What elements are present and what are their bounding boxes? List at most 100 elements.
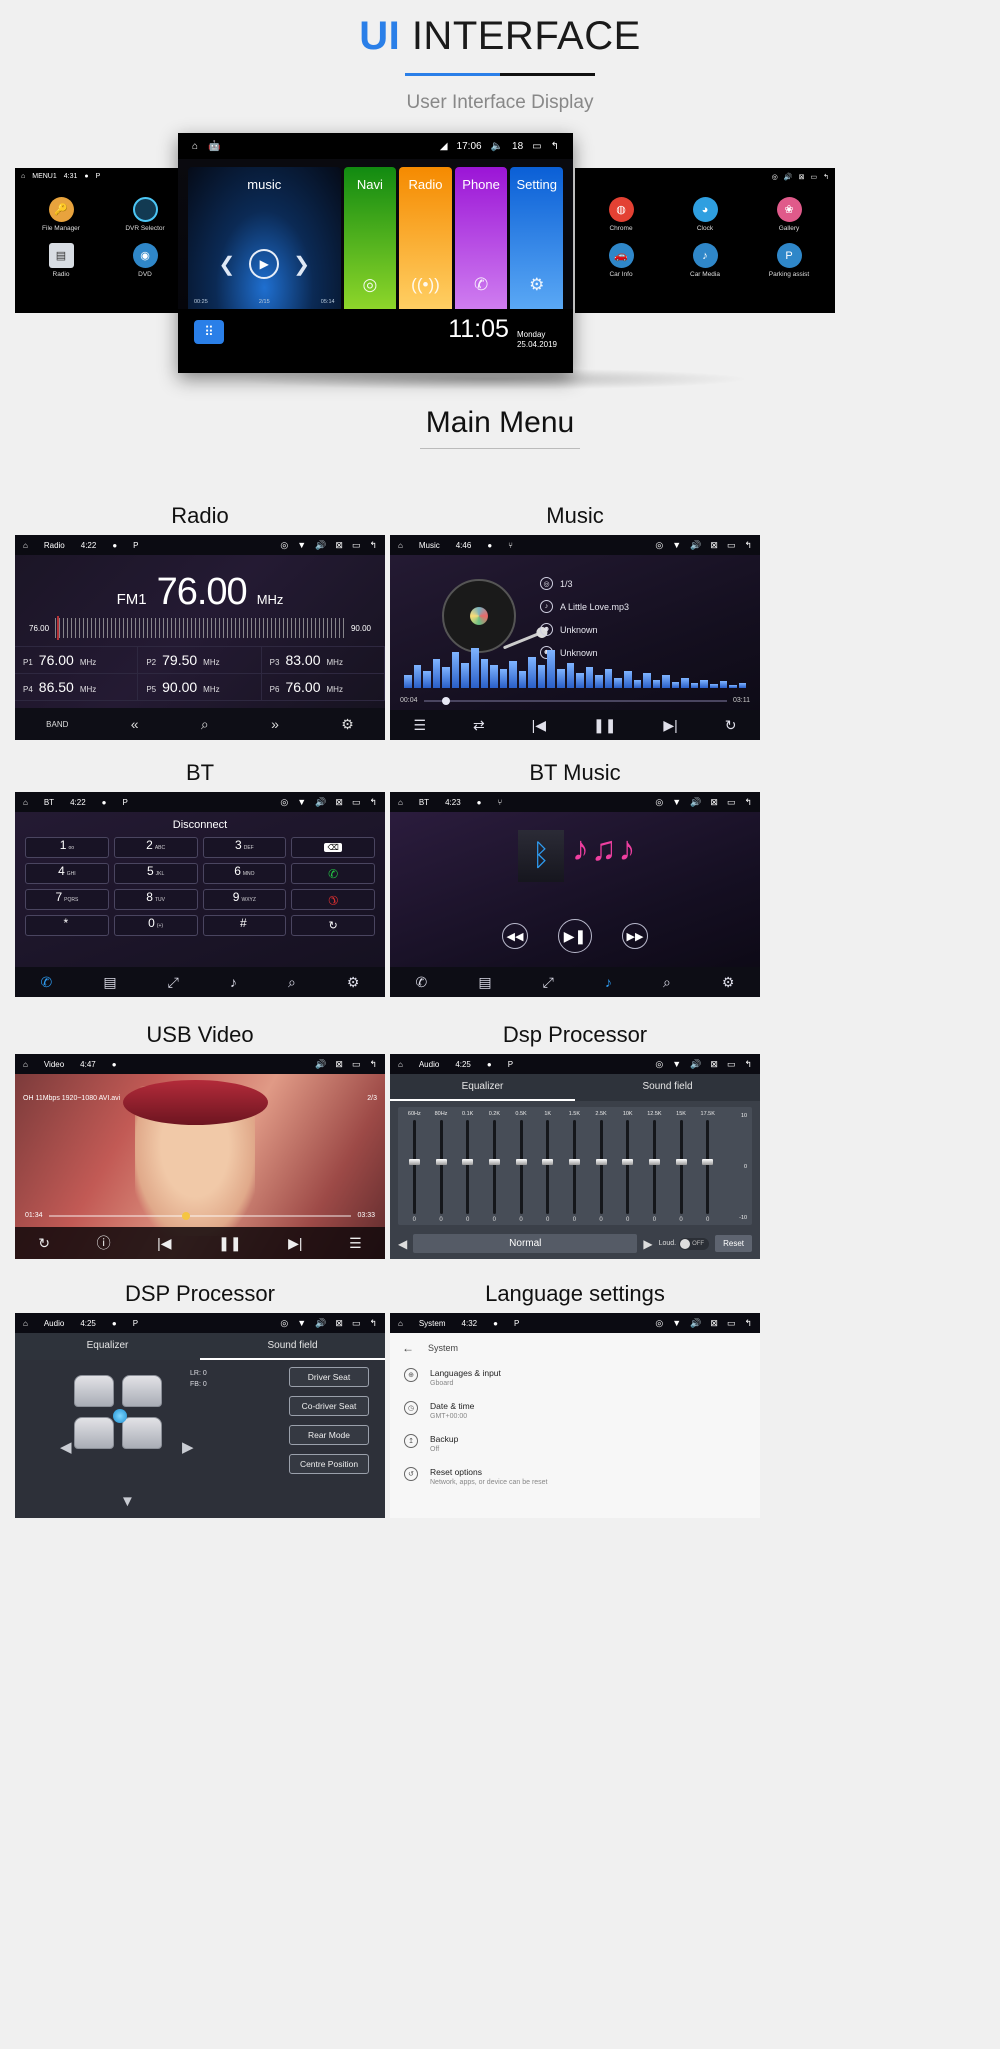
app-tile[interactable]: ◕ Clock [663,193,747,239]
panel-usb-video[interactable]: ⌂ Video 4:47 ● 🔊 ⊠ ▭ ↰ OH 11Mbps 1920~10… [15,1054,385,1259]
home-icon[interactable]: ⌂ [23,1319,28,1328]
contacts-icon[interactable]: ▤ [478,974,491,991]
tile-phone[interactable]: Phone ✆ [454,167,508,309]
recents-icon[interactable]: ▭ [727,540,736,551]
pause-icon[interactable]: ❚❚ [593,717,616,734]
slider-knob[interactable] [622,1159,634,1166]
slider-knob[interactable] [408,1159,420,1166]
band-slider[interactable] [568,1120,580,1214]
volume-icon[interactable]: 🔊 [784,173,793,181]
back-icon[interactable]: ↰ [369,797,377,808]
transfer-icon[interactable]: ⤢ [168,974,179,991]
seat-rear-left[interactable] [74,1417,114,1449]
band-slider[interactable] [648,1120,660,1214]
phone-icon[interactable]: ✆ [416,974,428,991]
shuffle-icon[interactable]: ⇄ [473,717,485,734]
preset-button[interactable]: P4 86.50 MHz [15,674,139,701]
home-icon[interactable]: ⌂ [398,1060,403,1069]
close-icon[interactable]: ⊠ [710,540,718,551]
preset-button[interactable]: P6 76.00 MHz [261,674,385,701]
slider-knob[interactable] [542,1159,554,1166]
centre-position-button[interactable]: Centre Position [289,1454,369,1474]
equalizer-band[interactable]: 0.2K 0 [482,1111,507,1223]
band-slider[interactable] [702,1120,714,1214]
repeat-icon[interactable]: ↻ [725,717,737,734]
volume-icon[interactable]: 🔊 [315,540,326,551]
keypad-key[interactable]: 1 ᴏᴏ [25,837,109,858]
preset-name[interactable]: Normal [413,1234,638,1253]
app-tile[interactable]: ◉ DVD [103,239,187,285]
band-slider[interactable] [435,1120,447,1214]
progress-track[interactable] [48,1211,352,1220]
slider-knob[interactable] [675,1159,687,1166]
back-icon[interactable]: ↰ [744,1059,752,1070]
equalizer-band[interactable]: 1.5K 0 [562,1111,587,1223]
slider-knob[interactable] [648,1159,660,1166]
recents-icon[interactable]: ▭ [532,141,541,152]
equalizer-band[interactable]: 0.1K 0 [455,1111,480,1223]
list-icon[interactable]: ☰ [413,717,426,734]
tuning-ticks[interactable] [55,616,345,640]
bt-music-icon[interactable]: ♪ [605,974,612,990]
tab-sound-field[interactable]: Sound field [200,1333,385,1360]
app-tile[interactable]: ❀ Gallery [747,193,831,239]
settings-icon[interactable]: ⚙ [722,974,735,991]
search-icon[interactable]: ⌕ [288,974,296,991]
phone-icon[interactable]: ✆ [41,974,53,991]
right-arrow-icon[interactable]: ▶ [182,1438,194,1456]
back-icon[interactable]: ↰ [744,797,752,808]
settings-row[interactable]: ↥ Backup Off [390,1427,760,1460]
video-body[interactable]: OH 11Mbps 1920~1080 AVI.avi 2/3 01:34 03… [15,1074,385,1259]
back-icon[interactable]: ↰ [744,1318,752,1329]
search-icon[interactable]: ⌕ [201,716,209,733]
seat-front-left[interactable] [74,1375,114,1407]
tile-navi[interactable]: Navi ◎ [343,167,397,309]
slider-knob[interactable] [462,1159,474,1166]
preset-button[interactable]: P2 79.50 MHz [138,647,262,674]
music-progress[interactable]: 00:04 03:11 [400,696,750,705]
preset-button[interactable]: P3 83.00 MHz [261,647,385,674]
contacts-icon[interactable]: ▤ [103,974,116,991]
equalizer-band[interactable]: 17.5K 0 [695,1111,720,1223]
previous-icon[interactable]: ❮ [219,252,236,277]
previous-icon[interactable]: |◀ [532,717,546,734]
keypad-key[interactable]: 2 ABC [113,837,198,858]
keypad-key[interactable]: 0 (+) [113,915,198,936]
home-icon[interactable]: ⌂ [23,541,28,550]
co-driver-seat-button[interactable]: Co-driver Seat [289,1396,369,1416]
video-progress[interactable]: 01:34 03:33 [25,1211,375,1220]
driver-seat-button[interactable]: Driver Seat [289,1367,369,1387]
keypad-key[interactable]: 3 DEF [202,837,287,858]
slider-knob[interactable] [595,1159,607,1166]
band-slider[interactable] [542,1120,554,1214]
preset-prev-button[interactable]: ◀ [398,1237,407,1251]
panel-bt-music[interactable]: ⌂ BT 4:23 ● ⑂ ◎ ▼ 🔊 ⊠ ▭ ↰ ᛒ ♪♫♪ ◀◀ ▶❚ ▶▶ [390,792,760,997]
settings-icon[interactable]: ⚙ [347,974,360,991]
previous-icon[interactable]: ◀◀ [502,923,528,949]
repeat-icon[interactable]: ↻ [38,1235,50,1252]
recents-icon[interactable]: ▭ [352,540,361,551]
back-icon[interactable]: ↰ [369,1059,377,1070]
list-icon[interactable]: ☰ [349,1235,362,1252]
home-icon[interactable]: ⌂ [192,141,198,152]
tile-music[interactable]: music ❮ ▶ ❯ 00:25 2/15 05:14 [188,167,341,309]
apps-grid-icon[interactable]: ⠿ [194,320,224,344]
tile-radio[interactable]: Radio ((•)) [399,167,452,309]
volume-icon[interactable]: 🔊 [690,1059,701,1070]
home-icon[interactable]: ⌂ [23,1060,28,1069]
band-slider[interactable] [488,1120,500,1214]
recents-icon[interactable]: ▭ [352,1318,361,1329]
down-arrow-icon[interactable]: ▼ [120,1493,135,1510]
keypad-key[interactable]: 4 GHI [25,863,109,884]
call-end-key[interactable]: ✆ [291,889,375,910]
next-icon[interactable]: ▶▶ [622,923,648,949]
volume-icon[interactable]: 🔊 [690,1318,701,1329]
band-slider[interactable] [408,1120,420,1214]
panel-music[interactable]: ⌂ Music 4:46 ● ⑂ ◎ ▼ 🔊 ⊠ ▭ ↰ ◎ 1/3 ♪ A Lit… [390,535,760,740]
home-icon[interactable]: ⌂ [398,798,403,807]
home-icon[interactable]: ⌂ [398,541,403,550]
back-icon[interactable]: ↰ [369,540,377,551]
device-main[interactable]: ⌂ 🤖 ◢ 17:06 🔈 18 ▭ ↰ music ❮ ▶ ❯ 00:25 2… [178,133,573,373]
call-answer-key[interactable]: ✆ [291,863,375,884]
close-icon[interactable]: ⊠ [710,1318,718,1329]
